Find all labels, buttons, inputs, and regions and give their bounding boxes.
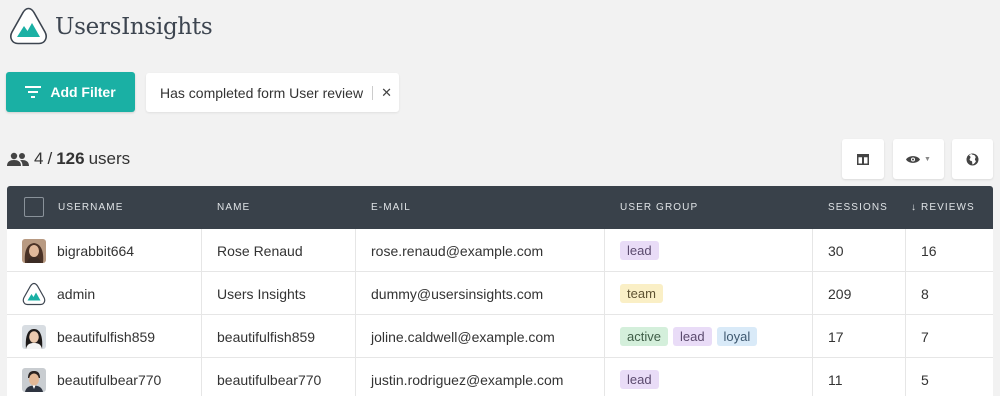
close-icon[interactable]: ✕ <box>381 85 392 101</box>
column-header-reviews[interactable]: ↓ REVIEWS <box>911 202 975 213</box>
name-cell: beautifulbear770 <box>217 371 322 388</box>
email-cell: justin.rodriguez@example.com <box>371 371 564 388</box>
reviews-cell: 16 <box>921 242 937 259</box>
sessions-cell: 209 <box>828 285 852 302</box>
filter-icon <box>25 86 42 98</box>
chevron-down-icon: ▼ <box>924 155 931 163</box>
add-filter-label: Add Filter <box>50 84 116 100</box>
select-all-checkbox[interactable] <box>24 197 44 217</box>
users-table: USERNAME NAME E-MAIL USER GROUP SESSIONS… <box>7 186 993 396</box>
column-header-user-group[interactable]: USER GROUP <box>620 202 698 213</box>
sessions-cell: 11 <box>828 371 843 388</box>
table-header: USERNAME NAME E-MAIL USER GROUP SESSIONS… <box>7 186 993 229</box>
name-cell: beautifulfish859 <box>217 328 316 345</box>
column-header-username[interactable]: USERNAME <box>58 202 123 213</box>
group-tag[interactable]: loyal <box>716 327 758 346</box>
user-group-cell: lead <box>620 358 664 396</box>
app-logo[interactable]: UsersInsights <box>8 6 213 47</box>
username-cell[interactable]: beautifulbear770 <box>57 358 161 396</box>
reviews-cell: 8 <box>921 285 929 302</box>
group-tag[interactable]: team <box>620 284 663 303</box>
username-cell[interactable]: admin <box>57 272 95 315</box>
email-cell: rose.renaud@example.com <box>371 242 544 259</box>
avatar <box>22 282 46 306</box>
group-tag[interactable]: lead <box>620 241 659 260</box>
mountain-logo-icon <box>10 7 47 45</box>
column-header-reviews-label: REVIEWS <box>921 202 975 213</box>
table-row[interactable]: beautifulbear770 beautifulbear770 justin… <box>7 358 993 396</box>
email-cell: dummy@usersinsights.com <box>371 285 544 302</box>
user-group-cell: team <box>620 272 668 315</box>
user-group-cell: lead <box>620 229 664 272</box>
active-filter-label: Has completed form User review <box>160 84 364 101</box>
sort-desc-icon: ↓ <box>911 202 918 213</box>
globe-button[interactable] <box>952 139 993 179</box>
username-cell[interactable]: beautifulfish859 <box>57 315 155 358</box>
table-row[interactable]: beautifulfish859 beautifulfish859 joline… <box>7 315 993 358</box>
chip-divider <box>372 85 374 100</box>
username-cell[interactable]: bigrabbit664 <box>57 229 134 272</box>
user-group-cell: active lead loyal <box>620 315 762 358</box>
add-filter-button[interactable]: Add Filter <box>6 72 135 112</box>
user-count: 4 / 126 users <box>7 149 130 169</box>
name-cell: Rose Renaud <box>217 242 303 259</box>
columns-icon <box>857 153 869 165</box>
group-tag[interactable]: active <box>620 327 668 346</box>
group-tag[interactable]: lead <box>620 370 659 389</box>
reviews-cell: 7 <box>921 328 929 345</box>
column-header-sessions[interactable]: SESSIONS <box>828 202 888 213</box>
table-row[interactable]: admin Users Insights dummy@usersinsights… <box>7 272 993 315</box>
sessions-cell: 17 <box>828 328 844 345</box>
reviews-cell: 5 <box>921 371 929 388</box>
column-header-email[interactable]: E-MAIL <box>371 202 411 213</box>
column-header-name[interactable]: NAME <box>217 202 250 213</box>
visibility-dropdown-button[interactable]: ▼ <box>893 139 944 179</box>
avatar <box>22 367 46 392</box>
shown-count: 4 <box>34 149 44 168</box>
total-count: 126 <box>56 149 85 168</box>
email-cell: joline.caldwell@example.com <box>371 328 555 345</box>
avatar <box>22 324 46 349</box>
eye-icon <box>906 155 921 163</box>
app-name: UsersInsights <box>55 13 213 40</box>
avatar <box>22 238 46 263</box>
sessions-cell: 30 <box>828 242 844 259</box>
name-cell: Users Insights <box>217 285 306 302</box>
active-filter-chip[interactable]: Has completed form User review ✕ <box>146 73 399 112</box>
group-tag[interactable]: lead <box>672 327 712 346</box>
count-unit: users <box>88 149 131 168</box>
table-row[interactable]: bigrabbit664 Rose Renaud rose.renaud@exa… <box>7 229 993 272</box>
globe-icon <box>966 153 979 165</box>
columns-button[interactable] <box>842 139 884 179</box>
people-icon <box>7 152 29 166</box>
count-separator: / <box>47 149 53 168</box>
